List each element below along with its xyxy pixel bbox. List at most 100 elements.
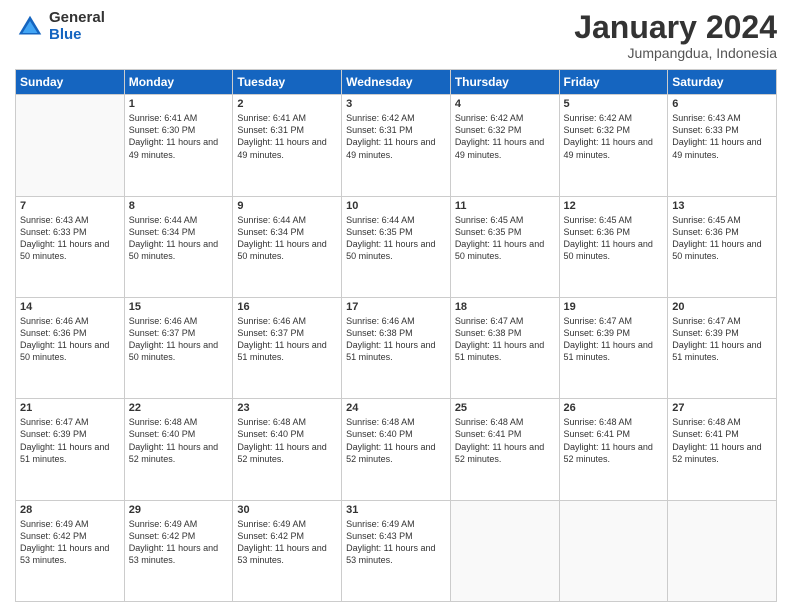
day-info: Sunrise: 6:42 AMSunset: 6:32 PMDaylight:… <box>564 112 664 161</box>
day-number: 19 <box>564 301 664 313</box>
day-number: 6 <box>672 98 772 110</box>
day-info: Sunrise: 6:45 AMSunset: 6:35 PMDaylight:… <box>455 214 555 263</box>
day-info: Sunrise: 6:47 AMSunset: 6:39 PMDaylight:… <box>564 315 664 364</box>
calendar-cell: 25Sunrise: 6:48 AMSunset: 6:41 PMDayligh… <box>450 399 559 500</box>
week-row-4: 28 Sunrise: 6:49 AMSunset: 6:42 PMDayligh… <box>16 500 777 601</box>
calendar-cell: 19 Sunrise: 6:47 AMSunset: 6:39 PMDayligh… <box>559 297 668 398</box>
weekday-header-saturday: Saturday <box>668 70 777 95</box>
day-info: Sunrise: 6:46 AMSunset: 6:37 PMDaylight:… <box>237 315 337 364</box>
day-info: Sunrise: 6:45 AMSunset: 6:36 PMDaylight:… <box>564 214 664 263</box>
day-info: Sunrise: 6:41 AMSunset: 6:31 PMDaylight:… <box>237 112 337 161</box>
day-number: 17 <box>346 301 446 313</box>
calendar-cell: 29 Sunrise: 6:49 AMSunset: 6:42 PMDayligh… <box>124 500 233 601</box>
day-number: 14 <box>20 301 120 313</box>
header: General Blue January 2024 Jumpangdua, In… <box>15 10 777 61</box>
calendar-cell: 21Sunrise: 6:47 AMSunset: 6:39 PMDayligh… <box>16 399 125 500</box>
day-info: Sunrise: 6:43 AMSunset: 6:33 PMDaylight:… <box>672 112 772 161</box>
day-number: 27 <box>672 402 772 414</box>
logo-blue: Blue <box>49 27 105 44</box>
calendar-cell: 3 Sunrise: 6:42 AMSunset: 6:31 PMDaylight… <box>342 95 451 196</box>
logo-text: General Blue <box>49 10 105 43</box>
calendar-cell <box>16 95 125 196</box>
day-info: Sunrise: 6:42 AMSunset: 6:31 PMDaylight:… <box>346 112 446 161</box>
calendar-cell <box>450 500 559 601</box>
day-info: Sunrise: 6:42 AMSunset: 6:32 PMDaylight:… <box>455 112 555 161</box>
calendar-cell: 8 Sunrise: 6:44 AMSunset: 6:34 PMDaylight… <box>124 196 233 297</box>
day-info: Sunrise: 6:44 AMSunset: 6:34 PMDaylight:… <box>129 214 229 263</box>
day-info: Sunrise: 6:46 AMSunset: 6:37 PMDaylight:… <box>129 315 229 364</box>
day-info: Sunrise: 6:46 AMSunset: 6:38 PMDaylight:… <box>346 315 446 364</box>
day-number: 3 <box>346 98 446 110</box>
day-info: Sunrise: 6:44 AMSunset: 6:35 PMDaylight:… <box>346 214 446 263</box>
day-info: Sunrise: 6:49 AMSunset: 6:43 PMDaylight:… <box>346 518 446 567</box>
calendar-cell: 20 Sunrise: 6:47 AMSunset: 6:39 PMDayligh… <box>668 297 777 398</box>
day-number: 25 <box>455 402 555 414</box>
week-row-2: 14 Sunrise: 6:46 AMSunset: 6:36 PMDayligh… <box>16 297 777 398</box>
calendar-cell: 2 Sunrise: 6:41 AMSunset: 6:31 PMDaylight… <box>233 95 342 196</box>
day-number: 22 <box>129 402 229 414</box>
day-info: Sunrise: 6:48 AMSunset: 6:40 PMDaylight:… <box>237 416 337 465</box>
weekday-header-monday: Monday <box>124 70 233 95</box>
day-info: Sunrise: 6:47 AMSunset: 6:39 PMDaylight:… <box>672 315 772 364</box>
calendar-cell: 6 Sunrise: 6:43 AMSunset: 6:33 PMDaylight… <box>668 95 777 196</box>
day-number: 26 <box>564 402 664 414</box>
weekday-header-sunday: Sunday <box>16 70 125 95</box>
day-info: Sunrise: 6:49 AMSunset: 6:42 PMDaylight:… <box>129 518 229 567</box>
calendar-cell: 31Sunrise: 6:49 AMSunset: 6:43 PMDayligh… <box>342 500 451 601</box>
day-number: 9 <box>237 200 337 212</box>
logo-icon <box>15 12 45 42</box>
day-info: Sunrise: 6:48 AMSunset: 6:41 PMDaylight:… <box>564 416 664 465</box>
calendar-cell: 28 Sunrise: 6:49 AMSunset: 6:42 PMDayligh… <box>16 500 125 601</box>
day-number: 24 <box>346 402 446 414</box>
day-number: 5 <box>564 98 664 110</box>
day-number: 30 <box>237 504 337 516</box>
day-number: 23 <box>237 402 337 414</box>
day-number: 11 <box>455 200 555 212</box>
day-info: Sunrise: 6:48 AMSunset: 6:40 PMDaylight:… <box>346 416 446 465</box>
day-info: Sunrise: 6:46 AMSunset: 6:36 PMDaylight:… <box>20 315 120 364</box>
week-row-1: 7Sunrise: 6:43 AMSunset: 6:33 PMDaylight… <box>16 196 777 297</box>
day-number: 15 <box>129 301 229 313</box>
day-number: 13 <box>672 200 772 212</box>
day-info: Sunrise: 6:49 AMSunset: 6:42 PMDaylight:… <box>237 518 337 567</box>
day-number: 28 <box>20 504 120 516</box>
calendar-cell: 27 Sunrise: 6:48 AMSunset: 6:41 PMDayligh… <box>668 399 777 500</box>
weekday-header-thursday: Thursday <box>450 70 559 95</box>
day-info: Sunrise: 6:41 AMSunset: 6:30 PMDaylight:… <box>129 112 229 161</box>
week-row-3: 21Sunrise: 6:47 AMSunset: 6:39 PMDayligh… <box>16 399 777 500</box>
calendar-cell: 22 Sunrise: 6:48 AMSunset: 6:40 PMDayligh… <box>124 399 233 500</box>
day-info: Sunrise: 6:48 AMSunset: 6:40 PMDaylight:… <box>129 416 229 465</box>
title-section: January 2024 Jumpangdua, Indonesia <box>574 10 777 61</box>
logo: General Blue <box>15 10 105 43</box>
calendar-cell: 30 Sunrise: 6:49 AMSunset: 6:42 PMDayligh… <box>233 500 342 601</box>
calendar-cell: 13 Sunrise: 6:45 AMSunset: 6:36 PMDayligh… <box>668 196 777 297</box>
day-info: Sunrise: 6:49 AMSunset: 6:42 PMDaylight:… <box>20 518 120 567</box>
day-number: 4 <box>455 98 555 110</box>
day-number: 29 <box>129 504 229 516</box>
calendar-cell: 4 Sunrise: 6:42 AMSunset: 6:32 PMDaylight… <box>450 95 559 196</box>
day-info: Sunrise: 6:45 AMSunset: 6:36 PMDaylight:… <box>672 214 772 263</box>
calendar-cell: 10Sunrise: 6:44 AMSunset: 6:35 PMDayligh… <box>342 196 451 297</box>
page: General Blue January 2024 Jumpangdua, In… <box>0 0 792 612</box>
day-number: 8 <box>129 200 229 212</box>
calendar-cell: 15 Sunrise: 6:46 AMSunset: 6:37 PMDayligh… <box>124 297 233 398</box>
month-title: January 2024 <box>574 10 777 45</box>
calendar-cell: 14 Sunrise: 6:46 AMSunset: 6:36 PMDayligh… <box>16 297 125 398</box>
calendar-cell: 9 Sunrise: 6:44 AMSunset: 6:34 PMDaylight… <box>233 196 342 297</box>
day-number: 20 <box>672 301 772 313</box>
day-info: Sunrise: 6:44 AMSunset: 6:34 PMDaylight:… <box>237 214 337 263</box>
calendar-table: SundayMondayTuesdayWednesdayThursdayFrid… <box>15 69 777 602</box>
calendar-cell: 12 Sunrise: 6:45 AMSunset: 6:36 PMDayligh… <box>559 196 668 297</box>
calendar-cell: 17 Sunrise: 6:46 AMSunset: 6:38 PMDayligh… <box>342 297 451 398</box>
day-info: Sunrise: 6:47 AMSunset: 6:38 PMDaylight:… <box>455 315 555 364</box>
calendar-cell: 1Sunrise: 6:41 AMSunset: 6:30 PMDaylight… <box>124 95 233 196</box>
calendar-cell: 24 Sunrise: 6:48 AMSunset: 6:40 PMDayligh… <box>342 399 451 500</box>
location: Jumpangdua, Indonesia <box>574 45 777 61</box>
day-info: Sunrise: 6:47 AMSunset: 6:39 PMDaylight:… <box>20 416 120 465</box>
day-number: 12 <box>564 200 664 212</box>
day-number: 2 <box>237 98 337 110</box>
weekday-header-tuesday: Tuesday <box>233 70 342 95</box>
calendar-cell: 18Sunrise: 6:47 AMSunset: 6:38 PMDayligh… <box>450 297 559 398</box>
day-info: Sunrise: 6:48 AMSunset: 6:41 PMDaylight:… <box>672 416 772 465</box>
calendar-cell: 5 Sunrise: 6:42 AMSunset: 6:32 PMDaylight… <box>559 95 668 196</box>
